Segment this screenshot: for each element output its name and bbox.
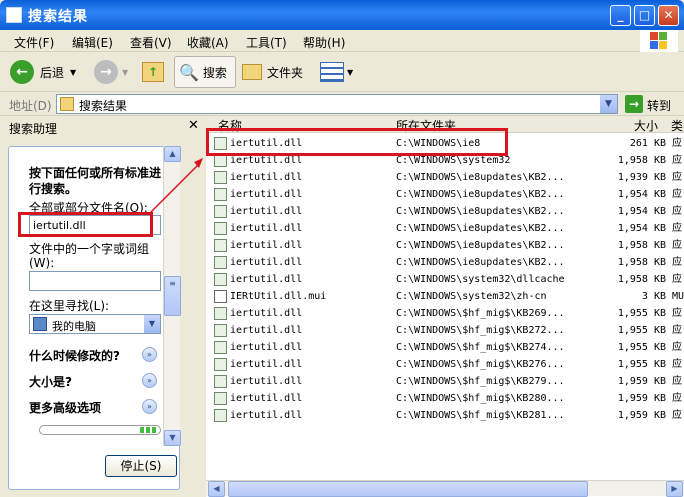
annotation-arrow [149, 158, 203, 214]
